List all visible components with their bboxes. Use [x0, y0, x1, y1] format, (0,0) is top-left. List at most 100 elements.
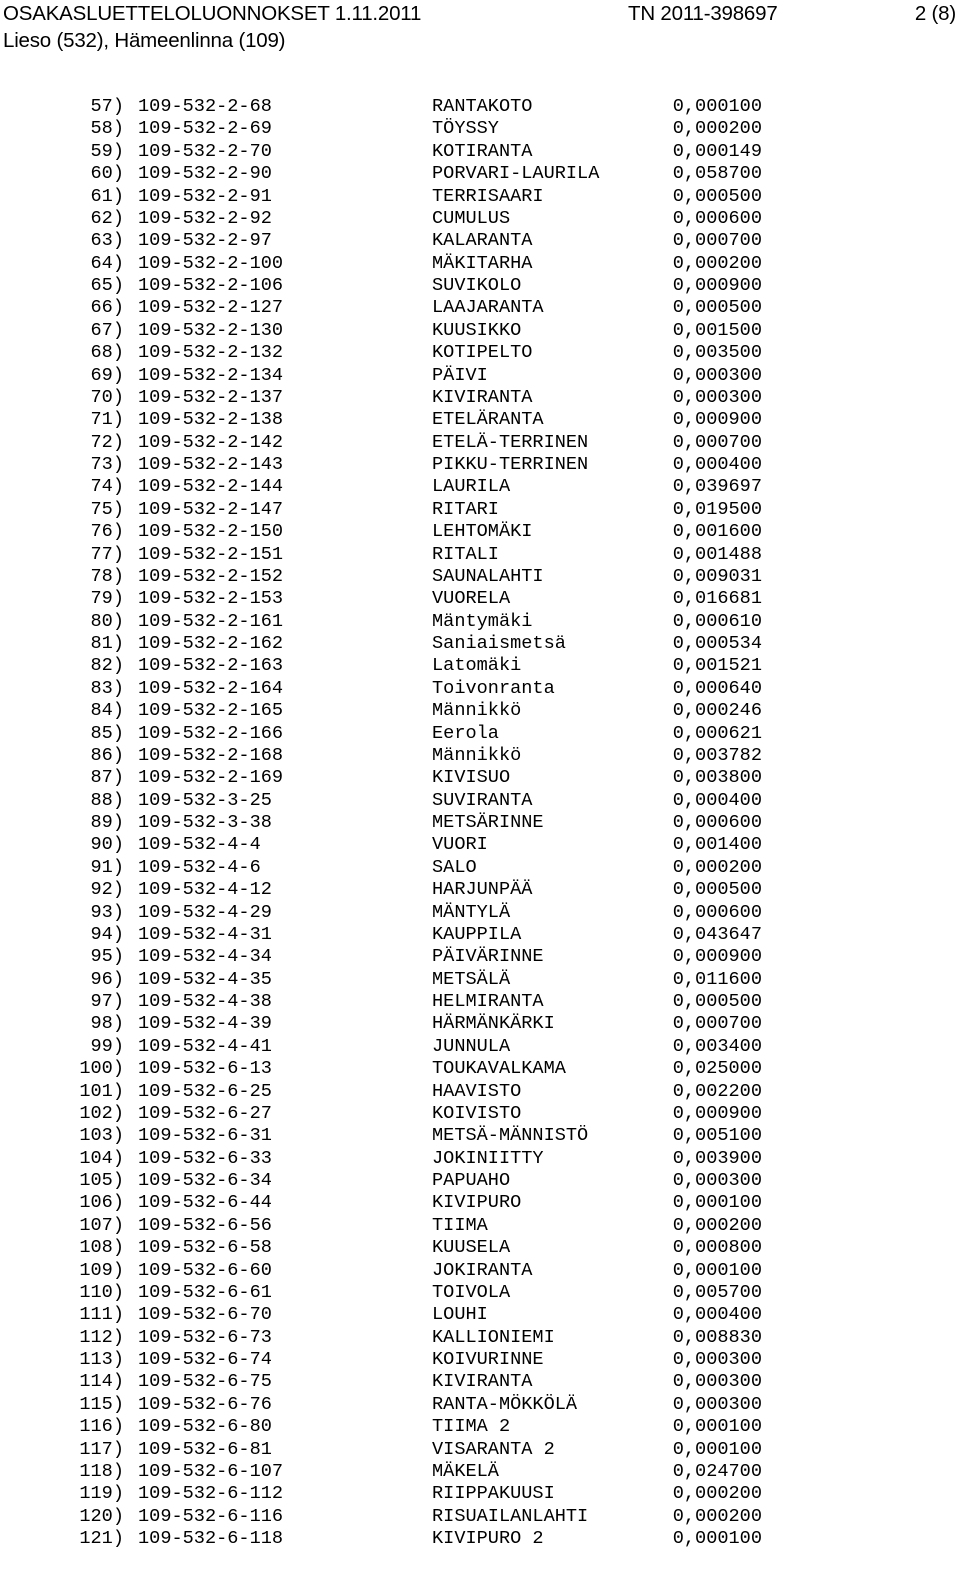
property-id: 109-532-2-144 [138, 476, 284, 498]
row-index: 108) [79, 1237, 124, 1259]
property-name: JOKIRANTA [432, 1259, 533, 1281]
property-id: 109-532-3-38 [138, 812, 272, 833]
property-id: 109-532-6-44 [138, 1192, 272, 1214]
table-row: 109) 109-532-6-60 JOKIRANTA 0,000100 [0, 1260, 960, 1282]
share-value: 0,000200 [672, 118, 762, 140]
property-name: Eerola [432, 722, 499, 744]
property-name: Mäntymäki [432, 610, 533, 632]
property-name: Latomäki [432, 655, 522, 677]
table-row: 64) 109-532-2-100 MÄKITARHA 0,000200 [0, 253, 960, 275]
property-name: KAUPPILA [432, 923, 522, 945]
row-index: 83) [90, 677, 124, 699]
property-id: 109-532-2-152 [138, 565, 284, 587]
property-name: KOIVISTO [432, 1102, 522, 1124]
table-row: 88) 109-532-3-25 SUVIRANTA 0,000400 [0, 790, 960, 812]
property-id: 109-532-4-41 [138, 1035, 272, 1057]
row-index: 102) [79, 1102, 124, 1124]
property-name: LEHTOMÄKI [432, 521, 533, 543]
table-row: 96) 109-532-4-35 METSÄLÄ 0,011600 [0, 969, 960, 991]
property-name: KIVIRANTA [432, 1371, 533, 1393]
table-row: 110) 109-532-6-61 TOIVOLA 0,005700 [0, 1282, 960, 1304]
share-value: 0,000400 [672, 454, 762, 475]
row-index: 99) [90, 1035, 124, 1057]
property-id: 109-532-2-142 [138, 431, 284, 453]
share-value: 0,000900 [672, 946, 762, 968]
share-value: 0,000149 [672, 140, 762, 162]
table-row: 79) 109-532-2-153 VUORELA 0,016681 [0, 588, 960, 610]
property-id: 109-532-2-166 [138, 722, 284, 744]
table-row: 69) 109-532-2-134 PÄIVI 0,000300 [0, 365, 960, 387]
row-index: 71) [90, 409, 124, 431]
share-value: 0,000200 [672, 1214, 762, 1236]
property-name: LOUHI [432, 1304, 488, 1326]
property-id: 109-532-2-69 [138, 118, 272, 140]
row-index: 105) [79, 1170, 124, 1191]
row-index: 61) [90, 185, 124, 207]
share-value: 0,000500 [672, 879, 762, 901]
table-row: 91) 109-532-4-6 SALO 0,000200 [0, 857, 960, 879]
share-value: 0,000100 [672, 1259, 762, 1281]
share-value: 0,039697 [672, 476, 762, 498]
row-index: 93) [90, 901, 124, 923]
share-value: 0,025000 [672, 1058, 762, 1080]
property-name: Männikkö [432, 744, 522, 766]
row-index: 117) [79, 1438, 124, 1460]
property-name: KOTIRANTA [432, 140, 533, 162]
row-index: 89) [90, 812, 124, 833]
property-name: KUUSIKKO [432, 319, 522, 341]
property-id: 109-532-4-35 [138, 968, 272, 990]
row-index: 111) [79, 1304, 124, 1326]
property-name: LAURILA [432, 476, 511, 498]
property-id: 109-532-2-91 [138, 185, 272, 207]
share-value: 0,019500 [672, 498, 762, 520]
table-row: 71) 109-532-2-138 ETELÄRANTA 0,000900 [0, 409, 960, 431]
share-value: 0,000700 [672, 1013, 762, 1035]
row-index: 64) [90, 252, 124, 274]
property-name: TIIMA [432, 1214, 488, 1236]
property-name: CUMULUS [432, 207, 511, 229]
table-row: 73) 109-532-2-143 PIKKU-TERRINEN 0,000400 [0, 454, 960, 476]
property-name: SUVIKOLO [432, 275, 522, 296]
property-id: 109-532-2-165 [138, 700, 284, 722]
share-value: 0,000300 [672, 386, 762, 408]
table-row: 121) 109-532-6-118 KIVIPURO 2 0,000100 [0, 1528, 960, 1550]
row-index: 70) [90, 386, 124, 408]
row-index: 115) [79, 1393, 124, 1415]
property-name: PÄIVÄRINNE [432, 946, 544, 968]
table-row: 82) 109-532-2-163 Latomäki 0,001521 [0, 655, 960, 677]
share-value: 0,000300 [672, 1371, 762, 1393]
table-row: 111) 109-532-6-70 LOUHI 0,000400 [0, 1304, 960, 1326]
row-index: 100) [79, 1058, 124, 1080]
property-name: KALLIONIEMI [432, 1326, 555, 1348]
share-value: 0,000300 [672, 1393, 762, 1415]
share-value: 0,000100 [672, 1192, 762, 1214]
property-name: KOIVURINNE [432, 1349, 544, 1370]
page-number: 2 (8) [914, 2, 956, 25]
property-name: TIIMA 2 [432, 1416, 511, 1438]
row-index: 87) [90, 767, 124, 789]
row-index: 118) [79, 1460, 124, 1482]
property-id: 109-532-6-76 [138, 1393, 272, 1415]
document-reference-number: TN 2011-398697 [628, 2, 778, 25]
row-index: 75) [90, 498, 124, 520]
property-id: 109-532-6-13 [138, 1058, 272, 1080]
property-name: PÄIVI [432, 364, 488, 386]
table-row: 75) 109-532-2-147 RITARI 0,019500 [0, 499, 960, 521]
row-index: 113) [79, 1349, 124, 1370]
property-name: Männikkö [432, 700, 522, 722]
share-value: 0,000400 [672, 789, 762, 811]
row-index: 121) [79, 1528, 124, 1549]
row-index: 74) [90, 476, 124, 498]
property-id: 109-532-2-92 [138, 207, 272, 229]
table-row: 93) 109-532-4-29 MÄNTYLÄ 0,000600 [0, 902, 960, 924]
share-value: 0,000640 [672, 677, 762, 699]
property-name: MÄNTYLÄ [432, 901, 511, 923]
table-row: 99) 109-532-4-41 JUNNULA 0,003400 [0, 1036, 960, 1058]
table-row: 107) 109-532-6-56 TIIMA 0,000200 [0, 1215, 960, 1237]
property-name: VUORI [432, 834, 488, 856]
property-name: SUVIRANTA [432, 789, 533, 811]
property-name: SALO [432, 856, 477, 878]
property-name: VUORELA [432, 588, 511, 610]
share-value: 0,000500 [672, 991, 762, 1012]
table-row: 100) 109-532-6-13 TOUKAVALKAMA 0,025000 [0, 1058, 960, 1080]
